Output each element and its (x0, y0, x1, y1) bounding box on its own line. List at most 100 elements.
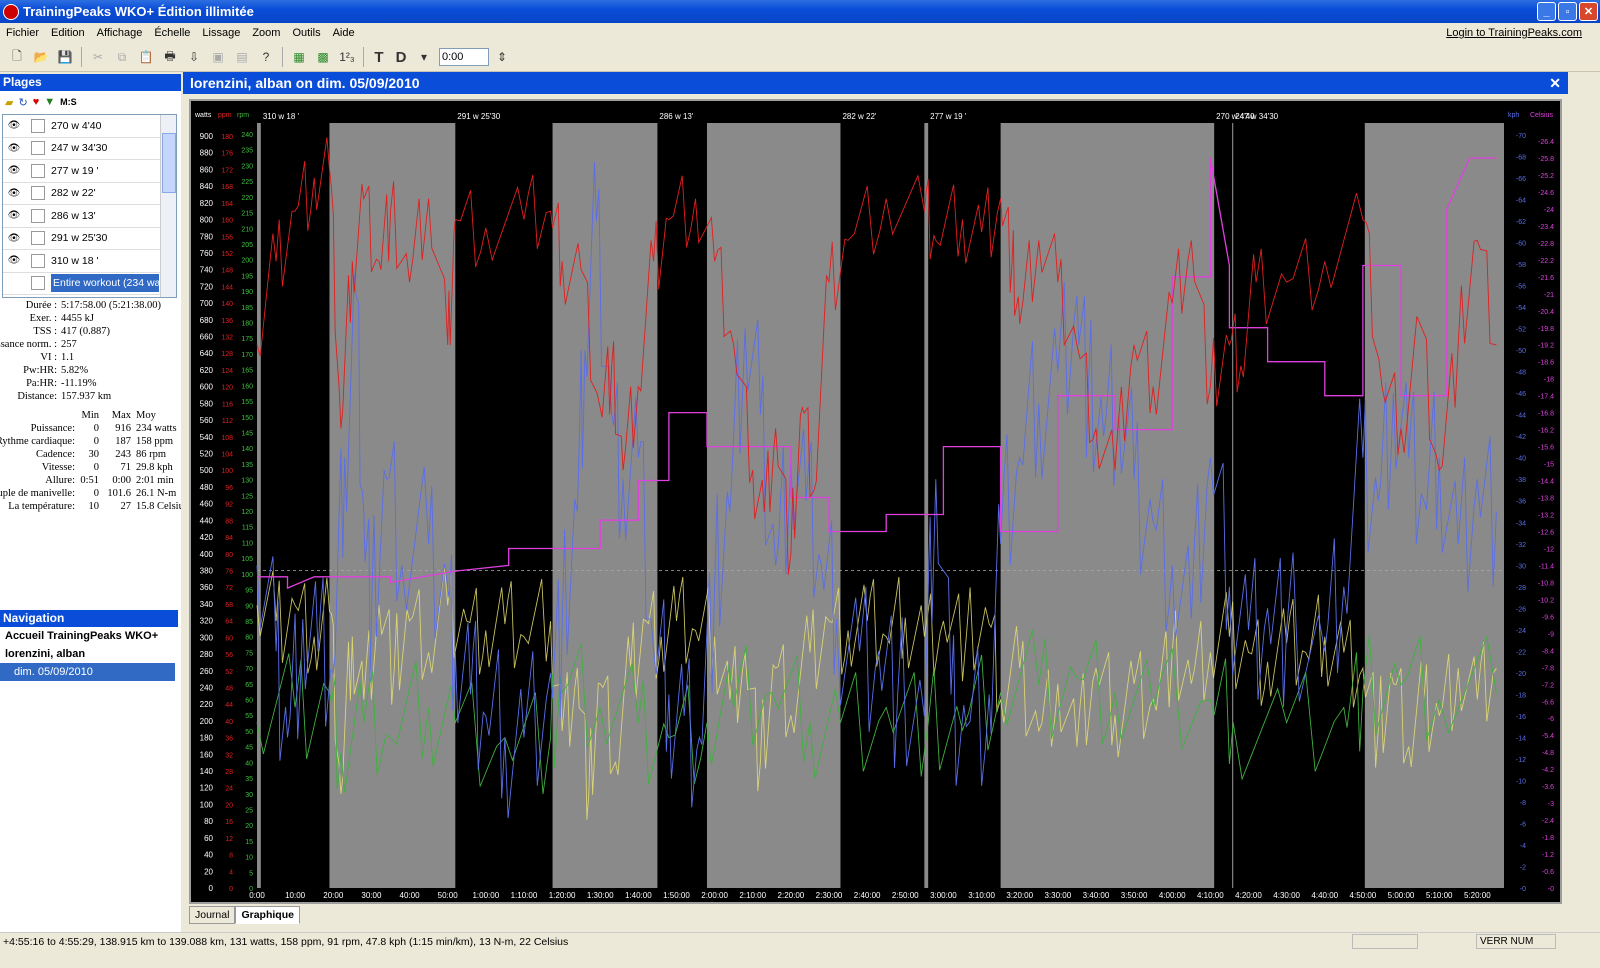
maximize-button[interactable]: ▫ (1558, 2, 1577, 21)
device-icon[interactable]: ▣ (207, 46, 229, 68)
menu-zoom[interactable]: Zoom (246, 27, 286, 39)
kph-tick-label: -38 (1516, 477, 1526, 484)
celsius-tick-label: -22.8 (1538, 241, 1554, 248)
stat-key: Puissance norm. : (0, 339, 57, 350)
cut-icon[interactable]: ✂ (87, 46, 109, 68)
shield-icon[interactable]: ▼ (44, 96, 55, 108)
heart-icon[interactable]: ♥ (33, 96, 40, 108)
list-item[interactable]: 👁 310 w 18 ' (3, 250, 176, 273)
list-item[interactable]: 👁 282 w 22' (3, 183, 176, 205)
minimize-button[interactable]: _ (1537, 2, 1556, 21)
nav-home[interactable]: Accueil TrainingPeaks WKO+ (0, 627, 178, 645)
checkbox[interactable] (31, 208, 45, 223)
x-tick-label: 3:00:00 (930, 891, 957, 900)
menu-edition[interactable]: Edition (45, 27, 91, 39)
graph-icon[interactable]: ▦ (288, 46, 310, 68)
ppm-tick-label: 124 (221, 368, 233, 375)
watts-tick-label: 660 (200, 333, 214, 342)
device2-icon[interactable]: ▤ (231, 46, 253, 68)
graph-fill-icon[interactable]: ▩ (312, 46, 334, 68)
paste-icon[interactable]: 📋 (135, 46, 157, 68)
help-icon[interactable]: ? (255, 46, 277, 68)
distance-axis-button[interactable]: D (391, 46, 411, 68)
eye-icon[interactable]: 👁 (3, 233, 25, 244)
eye-icon[interactable]: 👁 (3, 188, 25, 199)
celsius-tick-label: -18 (1544, 377, 1554, 384)
nav-athlete[interactable]: lorenzini, alban (0, 645, 178, 663)
kph-tick-label: -10 (1516, 778, 1526, 785)
eye-icon[interactable]: 👁 (3, 120, 25, 131)
workout-chart[interactable]: 310 w 18 ' 291 w 25'30 286 w 13' 282 w 22' 2… (191, 101, 1560, 902)
copy-icon[interactable]: ⧉ (111, 46, 133, 68)
menu-lissage[interactable]: Lissage (196, 27, 246, 39)
chart-area[interactable]: 310 w 18 ' 291 w 25'30 286 w 13' 282 w 22' 2… (189, 99, 1562, 904)
checkbox[interactable] (31, 163, 45, 178)
time-axis-button[interactable]: T (369, 46, 389, 68)
x-tick-label: 4:30:00 (1273, 891, 1300, 900)
login-link[interactable]: Login to TrainingPeaks.com (1446, 27, 1582, 39)
folder-icon[interactable]: ▰ (5, 96, 13, 109)
import-icon[interactable]: ⇩ (183, 46, 205, 68)
checkbox[interactable] (31, 253, 45, 268)
watts-tick-label: 180 (200, 734, 214, 743)
ms-button[interactable]: M:S (60, 97, 77, 107)
list-item[interactable]: 👁 270 w 4'40 (3, 115, 176, 138)
checkbox[interactable] (31, 186, 45, 201)
row-label: Vitesse: (41, 462, 75, 473)
list-item[interactable]: 👁 277 w 19 ' (3, 160, 176, 183)
menu-fichier[interactable]: Fichier (0, 27, 45, 39)
list-item[interactable]: 👁 286 w 13' (3, 205, 176, 228)
dropdown-arrow-icon[interactable]: ▾ (413, 46, 435, 68)
list-item-selected[interactable]: Entire workout (234 watts) (3, 273, 176, 295)
cell: 2:01 min (136, 475, 174, 486)
eye-icon[interactable]: 👁 (3, 143, 25, 154)
eye-icon[interactable]: 👁 (3, 255, 25, 266)
watts-tick-label: 460 (200, 500, 214, 509)
ppm-tick-label: 64 (225, 619, 233, 626)
list-scrollbar[interactable] (160, 115, 176, 297)
eye-icon[interactable]: 👁 (3, 165, 25, 176)
close-button[interactable]: ✕ (1579, 2, 1598, 21)
spinner-icon[interactable]: ⇕ (491, 46, 513, 68)
x-tick-label: 1:30:00 (587, 891, 614, 900)
checkbox[interactable] (31, 276, 45, 291)
eye-icon[interactable]: 👁 (3, 210, 25, 221)
watts-tick-label: 520 (200, 450, 214, 459)
nav-workout-date[interactable]: dim. 05/09/2010 (0, 663, 175, 681)
list-item[interactable]: 👁 291 w 25'30 (3, 228, 176, 250)
menu-echelle[interactable]: Échelle (148, 27, 196, 39)
celsius-tick-label: -23.4 (1538, 224, 1554, 231)
list-item[interactable]: 👁 247 w 34'30 (3, 138, 176, 160)
kph-tick-label: -26 (1516, 606, 1526, 613)
stat-key: Pa:HR: (26, 378, 57, 389)
ppm-tick-label: 116 (222, 401, 233, 408)
numbers-button[interactable]: 1²₃ (336, 46, 358, 68)
refresh-icon[interactable]: ↻ (18, 96, 27, 109)
menu-aide[interactable]: Aide (327, 27, 361, 39)
rpm-tick-label: 10 (245, 855, 253, 862)
tab-journal[interactable]: Journal (189, 906, 236, 924)
tab-graphique[interactable]: Graphique (235, 906, 300, 924)
print-icon[interactable]: 🖶 (159, 46, 181, 68)
celsius-tick-label: -9 (1548, 631, 1554, 638)
new-file-icon[interactable]: 🗋 (6, 46, 28, 68)
checkbox[interactable] (31, 231, 45, 246)
celsius-tick-label: -22.2 (1538, 258, 1554, 265)
close-document-icon[interactable]: ✕ (1549, 72, 1561, 94)
stat-key: Durée : (25, 300, 57, 311)
watts-tick-label: 280 (200, 650, 214, 659)
watts-tick-label: 480 (200, 483, 214, 492)
menu-outils[interactable]: Outils (286, 27, 326, 39)
scroll-thumb[interactable] (162, 133, 176, 193)
kph-tick-label: -70 (1516, 133, 1526, 140)
open-folder-icon[interactable]: 📂 (30, 46, 52, 68)
checkbox[interactable] (31, 118, 45, 133)
menu-affichage[interactable]: Affichage (91, 27, 149, 39)
list-item-label: 277 w 19 ' (51, 164, 99, 177)
kph-tick-label: -60 (1516, 241, 1526, 248)
kph-tick-label: -56 (1516, 284, 1526, 291)
save-icon[interactable]: 💾 (54, 46, 76, 68)
watts-tick-label: 440 (200, 516, 214, 525)
time-offset-input[interactable]: 0:00 (439, 48, 489, 66)
checkbox[interactable] (31, 141, 45, 156)
